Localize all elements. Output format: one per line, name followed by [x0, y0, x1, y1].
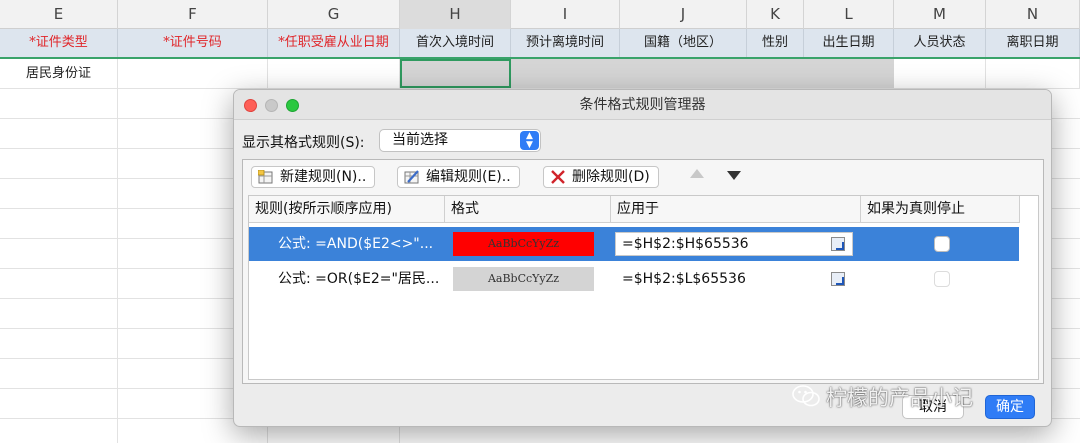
cell[interactable]: [118, 179, 233, 208]
rule-formula: 公式: =OR($E2="居民...: [278, 271, 440, 287]
column-header-l[interactable]: L: [804, 0, 894, 29]
column-header-h[interactable]: H: [400, 0, 511, 29]
cell-m2[interactable]: [894, 59, 986, 88]
applies-to-field[interactable]: =$H$2:$H$65536: [615, 232, 853, 256]
column-header-stop-if-true: 如果为真则停止: [861, 196, 1020, 223]
rule-row-1[interactable]: 公式: =AND($E2<>"... AaBbCcYyZz =$H$2:$H$6…: [249, 227, 1019, 261]
edit-rule-label: 编辑规则(E)..: [426, 169, 511, 185]
delete-x-icon: [551, 170, 565, 184]
cell[interactable]: [118, 89, 233, 118]
move-down-arrow-icon[interactable]: [727, 171, 741, 180]
range-select-icon[interactable]: [831, 272, 845, 286]
stop-if-true-checkbox[interactable]: [934, 271, 950, 287]
header-cell-birth-date[interactable]: 出生日期: [804, 29, 894, 57]
cell[interactable]: [0, 389, 118, 418]
cell[interactable]: [0, 359, 118, 388]
header-cell-expected-exit[interactable]: 预计离境时间: [511, 29, 620, 57]
applies-to-value: =$H$2:$L$65536: [622, 271, 746, 287]
updown-chevron-icon: ▲ ▼: [520, 131, 539, 150]
edit-rule-icon: [404, 170, 419, 184]
column-header-format: 格式: [445, 196, 611, 223]
rules-table: 规则(按所示顺序应用) 格式 应用于 如果为真则停止 公式: =AND($E2<…: [248, 195, 1039, 380]
cell[interactable]: [118, 119, 233, 148]
column-header-e[interactable]: E: [0, 0, 118, 29]
cell[interactable]: [0, 419, 118, 443]
column-header-k[interactable]: K: [747, 0, 804, 29]
column-header-bar: E F G H I J K L M N: [0, 0, 1080, 29]
cell[interactable]: [118, 359, 233, 388]
cell[interactable]: [0, 209, 118, 238]
range-select-icon[interactable]: [831, 237, 845, 251]
cell[interactable]: [118, 389, 233, 418]
applies-to-value: =$H$2:$H$65536: [622, 236, 749, 252]
cell-h2[interactable]: [400, 59, 511, 88]
cell[interactable]: [118, 239, 233, 268]
watermark: 柠檬的产品小记: [792, 382, 973, 414]
cell-g2[interactable]: [268, 59, 400, 88]
column-header-j[interactable]: J: [620, 0, 747, 29]
cell[interactable]: [0, 329, 118, 358]
cell[interactable]: [118, 329, 233, 358]
cell[interactable]: [118, 209, 233, 238]
cell[interactable]: [118, 269, 233, 298]
cell[interactable]: [118, 299, 233, 328]
rule-formula: 公式: =AND($E2<>"...: [278, 236, 434, 252]
cell-i2-l2[interactable]: [511, 59, 894, 88]
rule-row-2[interactable]: 公式: =OR($E2="居民... AaBbCcYyZz =$H$2:$L$6…: [249, 262, 1019, 296]
cell[interactable]: [0, 119, 118, 148]
cell-f2[interactable]: [118, 59, 268, 88]
column-header-f[interactable]: F: [118, 0, 268, 29]
header-cell-id-number[interactable]: *证件号码: [118, 29, 268, 57]
header-cell-employment-date[interactable]: *任职受雇从业日期: [268, 29, 400, 57]
cell[interactable]: [0, 179, 118, 208]
header-cell-status[interactable]: 人员状态: [894, 29, 986, 57]
delete-rule-label: 删除规则(D): [572, 169, 650, 185]
watermark-text: 柠檬的产品小记: [826, 386, 973, 410]
rules-panel: 新建规则(N).. 编辑规则(E).. 删除规则(D) 规则(按所示顺序应用) …: [242, 159, 1044, 384]
show-rules-value: 当前选择: [392, 132, 448, 148]
column-header-applies-to: 应用于: [611, 196, 861, 223]
header-cell-id-type[interactable]: *证件类型: [0, 29, 118, 57]
cell[interactable]: [0, 149, 118, 178]
column-header-m[interactable]: M: [894, 0, 986, 29]
wechat-icon: [792, 385, 820, 407]
format-preview: AaBbCcYyZz: [453, 267, 594, 291]
column-header-n[interactable]: N: [986, 0, 1080, 29]
stop-if-true-checkbox[interactable]: [934, 236, 950, 252]
show-rules-select[interactable]: 当前选择 ▲ ▼: [379, 129, 541, 152]
cell-e2[interactable]: 居民身份证: [0, 59, 118, 88]
cell-n2[interactable]: [986, 59, 1080, 88]
cell[interactable]: [0, 299, 118, 328]
header-cell-first-entry[interactable]: 首次入境时间: [400, 29, 511, 57]
applies-to-field[interactable]: =$H$2:$L$65536: [615, 267, 853, 291]
table-row: 居民身份证: [0, 59, 1080, 89]
new-rule-button[interactable]: 新建规则(N)..: [251, 166, 376, 188]
format-preview: AaBbCcYyZz: [453, 232, 594, 256]
show-rules-label: 显示其格式规则(S):: [242, 135, 365, 151]
edit-rule-button[interactable]: 编辑规则(E)..: [397, 166, 520, 188]
header-cell-nationality[interactable]: 国籍（地区）: [620, 29, 747, 57]
column-header-rule: 规则(按所示顺序应用): [249, 196, 445, 223]
cell[interactable]: [0, 239, 118, 268]
cell[interactable]: [118, 149, 233, 178]
header-cell-gender[interactable]: 性别: [747, 29, 804, 57]
move-up-arrow-icon[interactable]: [690, 169, 704, 178]
column-header-g[interactable]: G: [268, 0, 400, 29]
dialog-title: 条件格式规则管理器: [579, 97, 706, 113]
cell[interactable]: [0, 269, 118, 298]
new-rule-icon: [258, 170, 273, 184]
new-rule-label: 新建规则(N)..: [280, 169, 367, 185]
delete-rule-button[interactable]: 删除规则(D): [543, 166, 659, 188]
ok-button[interactable]: 确定: [985, 395, 1035, 419]
conditional-format-rules-dialog: 条件格式规则管理器 显示其格式规则(S): 当前选择 ▲ ▼ 新建规则(N).. …: [233, 89, 1052, 427]
dialog-titlebar[interactable]: 条件格式规则管理器: [234, 90, 1051, 120]
header-row: *证件类型 *证件号码 *任职受雇从业日期 首次入境时间 预计离境时间 国籍（地…: [0, 29, 1080, 59]
column-header-i[interactable]: I: [511, 0, 620, 29]
cell[interactable]: [0, 89, 118, 118]
header-cell-leave-date[interactable]: 离职日期: [986, 29, 1080, 57]
